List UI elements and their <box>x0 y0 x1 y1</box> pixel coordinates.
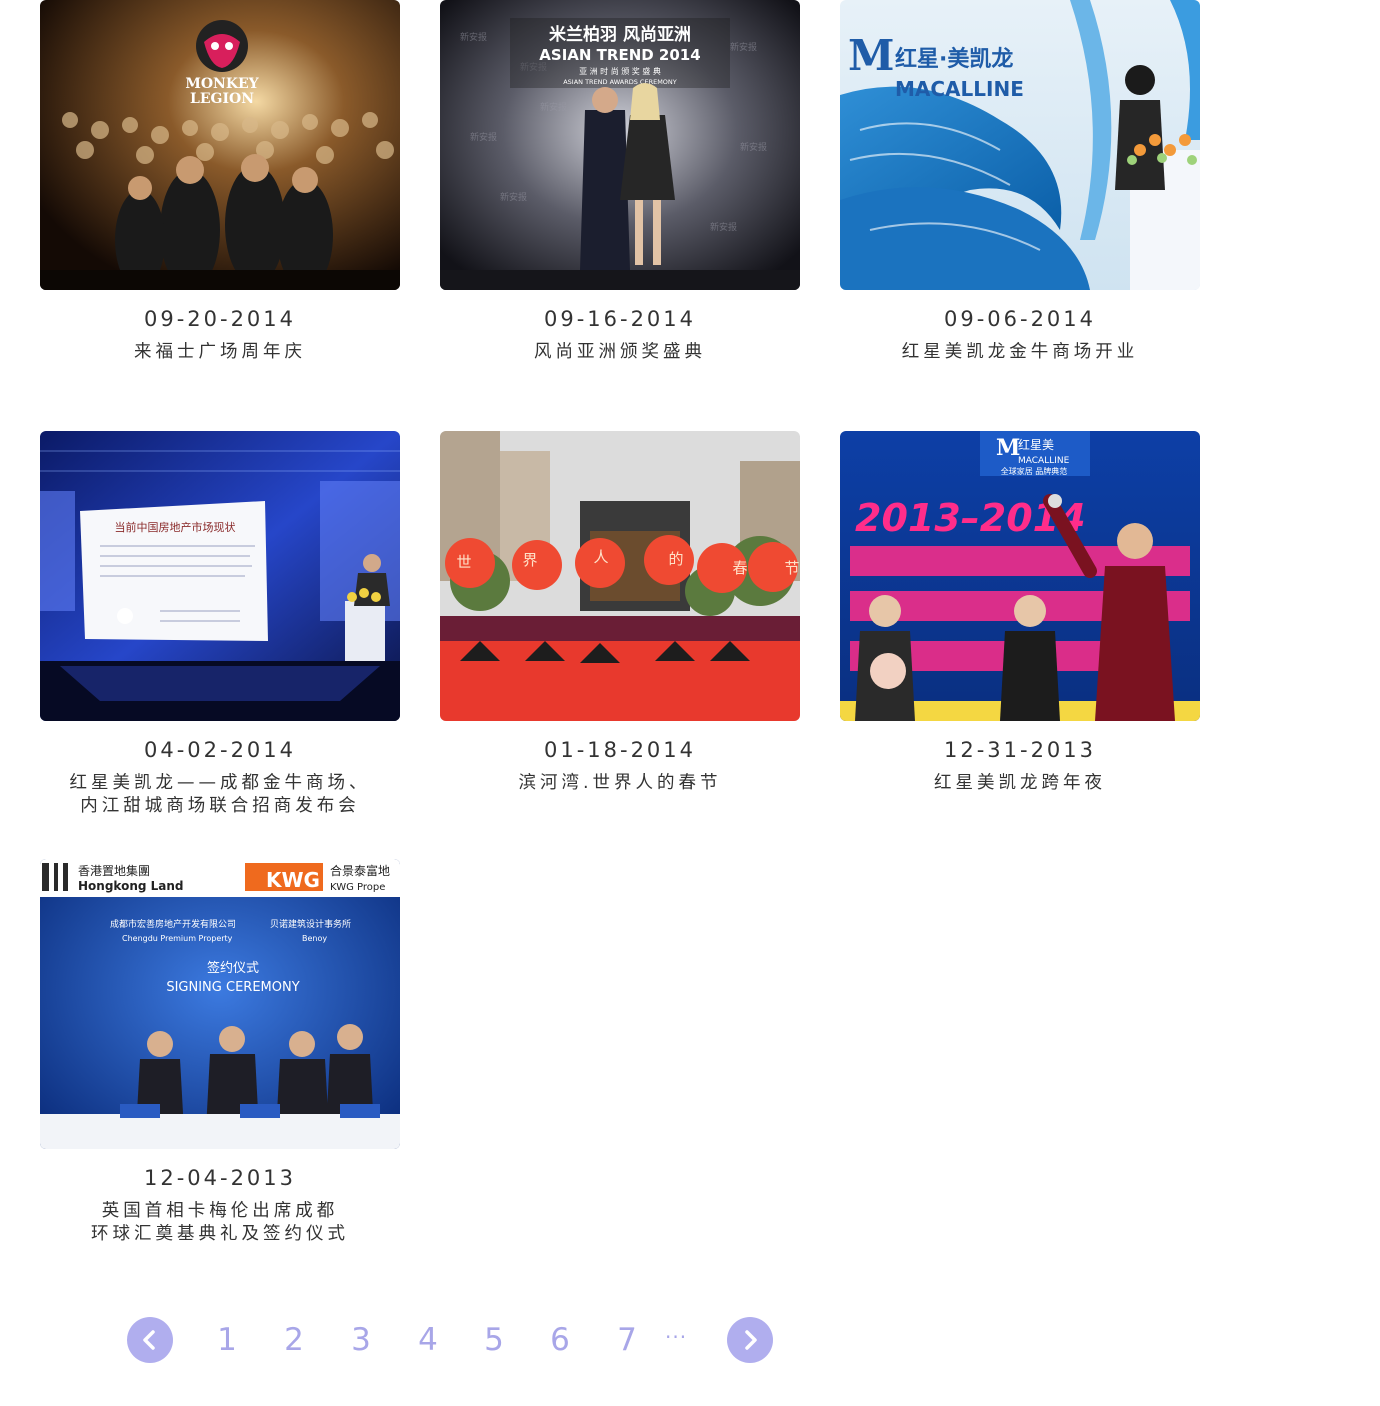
event-photo-new-year-eve[interactable]: M 红星美 MACALLINE 全球家居 品牌典范 2013–2014 <box>840 431 1200 721</box>
event-card[interactable]: 当前中国房地产市场现状 04-02-2014 红星美凯龙——成都金牛商场、 内江… <box>40 431 400 818</box>
image-text: 香港置地集團 <box>78 863 150 878</box>
next-page-button[interactable] <box>727 1317 773 1363</box>
page-3-link[interactable]: 3 <box>341 1320 381 1360</box>
prev-page-button[interactable] <box>127 1317 173 1363</box>
image-text: ASIAN TREND 2014 <box>539 46 700 64</box>
image-text: 合景泰富地 <box>330 863 390 878</box>
image-text: SIGNING CEREMONY <box>166 980 299 995</box>
event-date: 09-06-2014 <box>943 307 1097 331</box>
image-text: Chengdu Premium Property <box>122 934 233 943</box>
image-text: Hongkong Land <box>78 879 184 893</box>
event-title[interactable]: 风尚亚洲颁奖盛典 <box>440 341 800 364</box>
page-6-link[interactable]: 6 <box>540 1320 580 1360</box>
event-title[interactable]: 红星美凯龙——成都金牛商场、 内江甜城商场联合招商发布会 <box>40 772 400 818</box>
image-text: KWG Prope <box>330 882 385 893</box>
event-photo-press-conference[interactable]: 当前中国房地产市场现状 <box>40 431 400 721</box>
image-text: 春 <box>732 559 747 577</box>
image-text: 成都市宏善房地产开发有限公司 <box>110 918 236 930</box>
event-photo-signing-ceremony[interactable]: 香港置地集團 Hongkong Land KWG 合景泰富地 KWG Prope… <box>40 859 400 1149</box>
svg-text:M: M <box>848 31 895 80</box>
event-card[interactable]: MONKEY LEGION 09-20-2014 来福士广场周年庆 <box>40 0 400 364</box>
page-2-link[interactable]: 2 <box>274 1320 314 1360</box>
event-card[interactable]: M 红星美 MACALLINE 全球家居 品牌典范 2013–2014 12-3… <box>840 431 1200 795</box>
event-card[interactable]: 新安报 新安报 新安报 新安报 新安报 新安报 新安报 新安报 米兰柏羽 风尚亚洲 ASI… <box>440 0 800 364</box>
event-title-line: 滨河湾.世界人的春节 <box>518 773 722 793</box>
chevron-right-icon <box>745 1330 757 1350</box>
event-date: 12-31-2013 <box>943 738 1097 762</box>
image-text: MACALLINE <box>895 77 1024 101</box>
event-date: 09-20-2014 <box>143 307 297 331</box>
image-text: 亚 洲 时 尚 颁 奖 盛 典 <box>579 66 661 76</box>
event-card[interactable]: M 红星·美凯龙 MACALLINE 09-06-2014 红星美凯龙金牛商场开… <box>840 0 1200 364</box>
image-text: 签约仪式 <box>207 960 259 976</box>
event-title-line: 英国首相卡梅伦出席成都 <box>101 1201 339 1221</box>
image-text: 人 <box>593 548 608 566</box>
event-title-line: 来福士广场周年庆 <box>134 342 306 362</box>
chevron-left-icon <box>143 1330 155 1350</box>
image-text: 米兰柏羽 风尚亚洲 <box>549 24 691 45</box>
event-photo-concert[interactable]: MONKEY LEGION <box>40 0 400 290</box>
svg-text:新安报: 新安报 <box>460 31 487 43</box>
pagination-ellipsis: ··· <box>665 1325 688 1349</box>
event-photo-store-opening[interactable]: M 红星·美凯龙 MACALLINE <box>840 0 1200 290</box>
event-title[interactable]: 英国首相卡梅伦出席成都 环球汇奠基典礼及签约仪式 <box>40 1200 400 1246</box>
image-text: 全球家居 品牌典范 <box>1001 466 1068 476</box>
image-text: 红星·美凯龙 <box>895 46 1013 72</box>
svg-text:新安报: 新安报 <box>740 141 767 153</box>
image-text: 红星美 <box>1018 437 1054 452</box>
event-card[interactable]: 世 界 人 的 春 节 01-18-2014 滨河湾.世界人的春节 <box>440 431 800 795</box>
page-1-link[interactable]: 1 <box>207 1320 247 1360</box>
svg-text:新安报: 新安报 <box>710 221 737 233</box>
image-text: 世 <box>456 553 471 571</box>
event-date: 04-02-2014 <box>143 738 297 762</box>
event-card[interactable]: 香港置地集團 Hongkong Land KWG 合景泰富地 KWG Prope… <box>40 859 400 1246</box>
event-title-line: 红星美凯龙——成都金牛商场、 <box>69 773 371 793</box>
image-text: KWG <box>266 868 320 892</box>
event-title[interactable]: 红星美凯龙跨年夜 <box>840 772 1200 795</box>
event-title[interactable]: 来福士广场周年庆 <box>40 341 400 364</box>
image-text: 节 <box>784 559 799 577</box>
image-text: Benoy <box>302 934 327 943</box>
image-text: 贝诺建筑设计事务所 <box>270 918 351 930</box>
svg-text:新安报: 新安报 <box>730 41 757 53</box>
page-7-link[interactable]: 7 <box>607 1320 647 1360</box>
event-title-line: 红星美凯龙金牛商场开业 <box>901 342 1139 362</box>
image-text: MACALLINE <box>1018 456 1070 466</box>
svg-text:MONKEY: MONKEY <box>185 76 259 92</box>
event-title-line: 红星美凯龙跨年夜 <box>934 773 1106 793</box>
event-date: 12-04-2013 <box>143 1166 297 1190</box>
pagination: 1 2 3 4 5 6 7 ··· <box>127 1317 787 1363</box>
event-title-line: 内江甜城商场联合招商发布会 <box>80 796 360 816</box>
image-text: 当前中国房地产市场现状 <box>115 520 236 534</box>
event-title-line: 环球汇奠基典礼及签约仪式 <box>91 1224 349 1244</box>
page-4-link[interactable]: 4 <box>408 1320 448 1360</box>
image-text: ASIAN TREND AWARDS CEREMONY <box>563 78 677 86</box>
svg-text:新安报: 新安报 <box>540 101 567 113</box>
event-date: 09-16-2014 <box>543 307 697 331</box>
event-title-line: 风尚亚洲颁奖盛典 <box>534 342 706 362</box>
event-photo-spring-festival[interactable]: 世 界 人 的 春 节 <box>440 431 800 721</box>
event-title[interactable]: 红星美凯龙金牛商场开业 <box>840 341 1200 364</box>
event-title[interactable]: 滨河湾.世界人的春节 <box>440 772 800 795</box>
event-photo-red-carpet[interactable]: 新安报 新安报 新安报 新安报 新安报 新安报 新安报 新安报 米兰柏羽 风尚亚洲 ASI… <box>440 0 800 290</box>
svg-text:新安报: 新安报 <box>470 131 497 143</box>
svg-text:M: M <box>996 435 1020 461</box>
event-date: 01-18-2014 <box>543 738 697 762</box>
page-5-link[interactable]: 5 <box>474 1320 514 1360</box>
image-text: 的 <box>668 550 683 568</box>
image-text: 界 <box>522 551 537 569</box>
svg-text:新安报: 新安报 <box>500 191 527 203</box>
svg-text:LEGION: LEGION <box>190 91 254 107</box>
